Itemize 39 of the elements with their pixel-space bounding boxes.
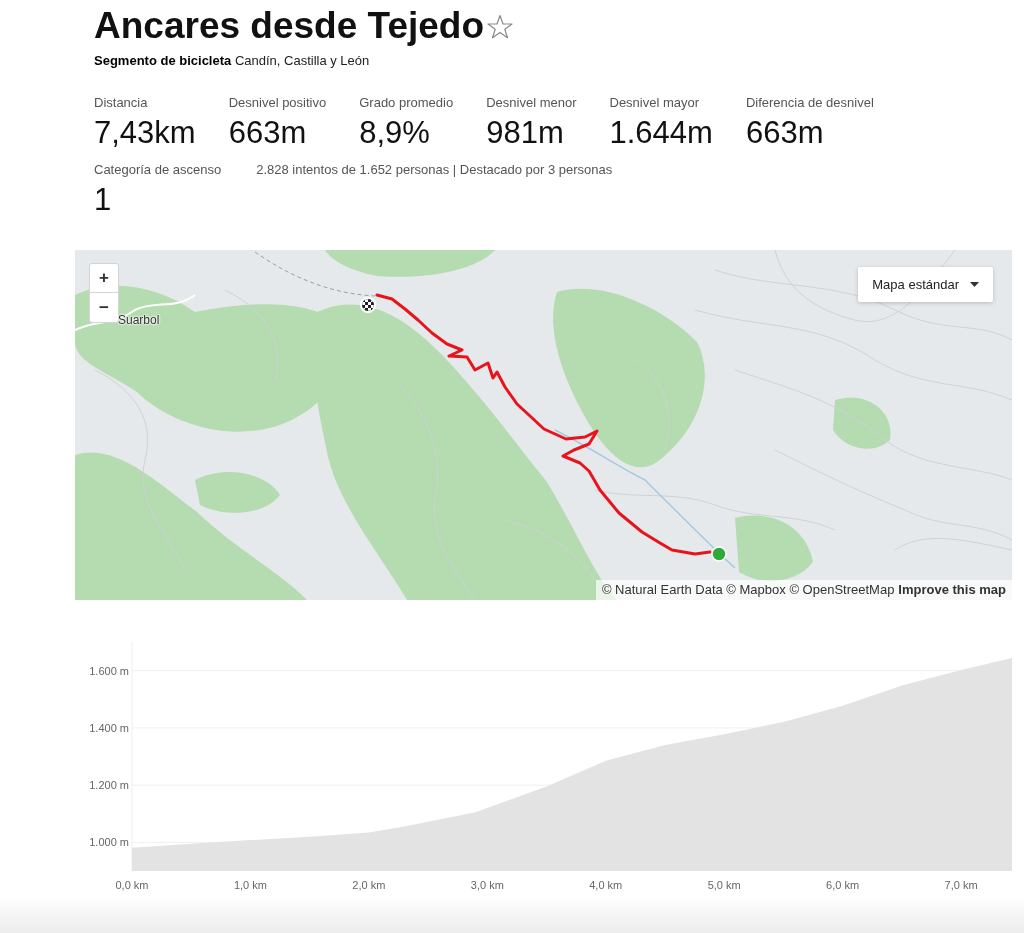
improve-map-link[interactable]: Improve this map bbox=[898, 582, 1006, 598]
stat-value: 8,9% bbox=[359, 115, 431, 151]
stat-value: 7,43km bbox=[94, 115, 196, 151]
x-axis-label: 4,0 km bbox=[589, 879, 623, 891]
caret-icon bbox=[970, 282, 979, 287]
stat-value: 1 bbox=[94, 182, 113, 218]
stat-label: Diferencia de desnivel bbox=[745, 95, 874, 111]
segment-title: Ancares desde Tejedo bbox=[94, 4, 485, 48]
stat-value: 1.644m bbox=[609, 115, 713, 151]
attempts-summary: 2.828 intentos de 1.652 personas | Destacado por 3 personas bbox=[256, 162, 613, 178]
y-axis-label: 1.200 m bbox=[89, 779, 129, 792]
stat-label: Desnivel mayor bbox=[609, 95, 701, 111]
x-axis-label: 3,0 km bbox=[470, 879, 504, 891]
x-axis-label: 6,0 km bbox=[826, 879, 860, 891]
x-axis-label: 2,0 km bbox=[352, 879, 386, 891]
stat-value: 663m bbox=[228, 115, 308, 151]
end-marker-icon bbox=[711, 546, 727, 562]
y-axis-label: 1.000 m bbox=[89, 836, 129, 849]
segment-subtitle: Segmento de bicicleta Candín, Castilla y León bbox=[94, 53, 371, 69]
y-axis-label: 1.400 m bbox=[89, 721, 129, 734]
checkered-marker-icon bbox=[360, 297, 376, 313]
stat-label: Distancia bbox=[94, 95, 149, 111]
star-icon[interactable] bbox=[487, 13, 514, 39]
x-axis-label: 5,0 km bbox=[707, 879, 741, 891]
y-axis-label: 1.600 m bbox=[89, 664, 129, 677]
x-axis-label: 0,0 km bbox=[115, 879, 149, 891]
map-style-dropdown[interactable]: Mapa estándar bbox=[858, 267, 993, 302]
stat-value: 663m bbox=[745, 115, 825, 151]
zoom-in-button[interactable]: + bbox=[89, 263, 119, 293]
x-axis-label: 7,0 km bbox=[944, 879, 978, 891]
stat-label: Desnivel menor bbox=[486, 95, 577, 111]
stat-label: Desnivel positivo bbox=[228, 95, 327, 111]
attribution-text: © Natural Earth Data © Mapbox © OpenStreetMap bbox=[601, 582, 895, 598]
stat-label: Grado promedio bbox=[359, 95, 454, 111]
stat-label: Categoría de ascenso bbox=[94, 162, 222, 178]
stat-value: 981m bbox=[486, 115, 565, 151]
place-label: Suarbol bbox=[118, 313, 160, 327]
zoom-out-button[interactable]: − bbox=[89, 293, 119, 323]
x-axis-label: 1,0 km bbox=[233, 879, 267, 891]
